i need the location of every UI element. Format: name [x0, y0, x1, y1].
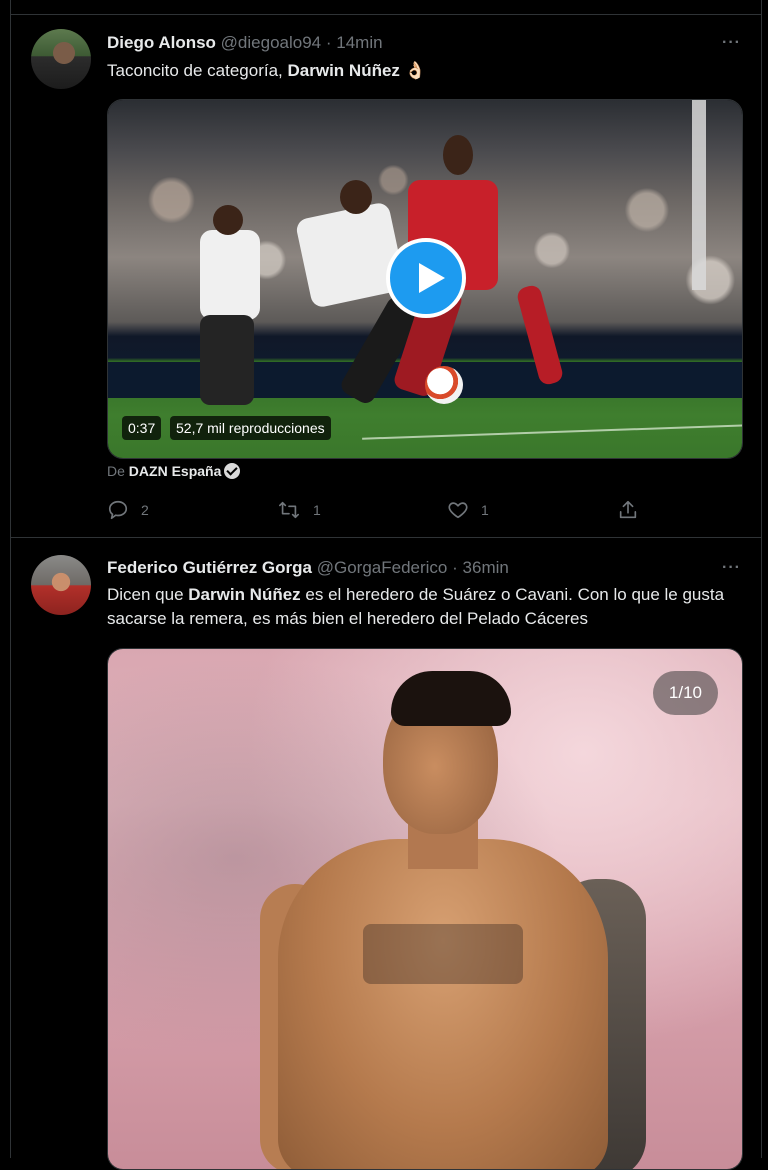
timeline: Diego Alonso @diegoalo94 · 14min ··· Tac… [10, 0, 762, 1170]
figure-torso [278, 839, 608, 1169]
author-name[interactable]: Federico Gutiérrez Gorga [107, 558, 312, 577]
player-white-far-legs [200, 315, 254, 405]
photo-image [108, 649, 742, 1169]
video-views: 52,7 mil reproducciones [170, 416, 331, 440]
photo-counter: 1/10 [652, 671, 718, 715]
player-head [443, 135, 473, 175]
share-button[interactable] [617, 499, 639, 521]
reply-button[interactable]: 2 [107, 499, 149, 521]
share-icon [617, 499, 639, 521]
timestamp[interactable]: 14min [336, 33, 382, 52]
tweet-header: Federico Gutiérrez Gorga @GorgaFederico … [107, 556, 741, 580]
reply-icon [107, 499, 129, 521]
like-button[interactable]: 1 [447, 499, 489, 521]
goal-post [692, 100, 706, 290]
chest-tattoo [363, 924, 523, 984]
more-options-icon[interactable]: ··· [722, 31, 741, 55]
retweet-button[interactable]: 1 [277, 499, 321, 521]
tweet-mention[interactable]: Darwin Núñez [288, 61, 400, 80]
player-white-far [200, 230, 260, 320]
source-prefix: De [107, 463, 125, 479]
timestamp[interactable]: 36min [463, 558, 509, 577]
tweet-mention[interactable]: Darwin Núñez [188, 585, 300, 604]
figure-hair [391, 671, 511, 726]
video-player[interactable]: 0:37 52,7 mil reproducciones [107, 99, 743, 459]
video-duration: 0:37 [122, 416, 162, 440]
tweet-text-start: Taconcito de categoría, [107, 61, 288, 80]
retweet-icon [277, 499, 301, 521]
author-name[interactable]: Diego Alonso [107, 33, 216, 52]
more-options-icon[interactable]: ··· [722, 556, 741, 580]
like-icon [447, 499, 469, 521]
video-source: De DAZN España [107, 461, 241, 481]
retweet-count: 1 [313, 502, 321, 518]
player-head [340, 180, 372, 214]
pitch-line [361, 422, 742, 440]
author-handle[interactable]: @GorgaFederico [317, 558, 448, 577]
player-head [213, 205, 243, 235]
separator: · [325, 33, 332, 52]
tweet-text-end: 👌🏻 [399, 61, 426, 80]
football [425, 366, 463, 404]
avatar[interactable] [31, 29, 91, 89]
verified-badge-icon [224, 463, 241, 479]
play-icon[interactable] [386, 238, 466, 318]
tweet[interactable]: Diego Alonso @diegoalo94 · 14min ··· Tac… [11, 15, 761, 537]
source-name[interactable]: DAZN España [129, 463, 222, 479]
separator: · [452, 558, 458, 577]
tweet-text-start: Dicen que [107, 585, 189, 604]
author-handle[interactable]: @diegoalo94 [221, 33, 321, 52]
reply-count: 2 [141, 502, 149, 518]
tweet[interactable]: Federico Gutiérrez Gorga @GorgaFederico … [11, 538, 761, 1170]
like-count: 1 [481, 502, 489, 518]
photo[interactable]: 1/10 [107, 648, 743, 1170]
tweet-text: Dicen que Darwin Núñez es el heredero de… [107, 583, 741, 631]
tweet-header: Diego Alonso @diegoalo94 · 14min ··· [107, 31, 741, 55]
tweet-text: Taconcito de categoría, Darwin Núñez 👌🏻 [107, 59, 741, 83]
tweet-actions: 2 1 1 [107, 499, 667, 523]
avatar[interactable] [31, 555, 91, 615]
